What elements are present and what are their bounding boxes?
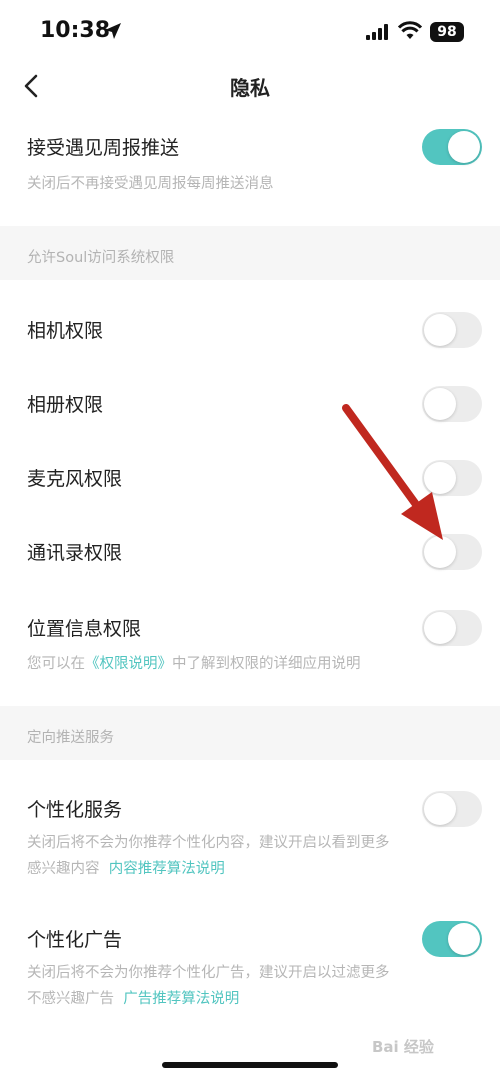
baidu-watermark: Bai 经验 <box>372 1038 434 1056</box>
microphone-permission-toggle[interactable] <box>422 460 482 496</box>
weekly-report-toggle[interactable] <box>422 129 482 165</box>
cellular-signal-icon <box>366 24 388 40</box>
page-title: 隐私 <box>230 76 270 100</box>
personalized-ads-desc: 关闭后将不会为你推荐个性化广告，建议开启以过滤更多 不感兴趣广告 广告推荐算法说… <box>27 960 390 1012</box>
permissions-section-band: 允许Soul访问系统权限 <box>0 226 500 280</box>
personalized-service-label: 个性化服务 <box>27 799 123 821</box>
permission-explanation-link[interactable]: 《权限说明》 <box>85 656 172 672</box>
toggle-knob <box>424 388 456 420</box>
battery-icon: 98 <box>430 22 464 42</box>
album-permission-label: 相册权限 <box>27 394 104 416</box>
location-permission-toggle[interactable] <box>422 610 482 646</box>
personalized-service-toggle[interactable] <box>422 791 482 827</box>
personalized-service-desc: 关闭后将不会为你推荐个性化内容，建议开启以看到更多 感兴趣内容 内容推荐算法说明 <box>27 830 390 882</box>
permissions-note-prefix: 您可以在 <box>27 656 85 672</box>
personalized-ads-desc-line2-wrap: 不感兴趣广告 广告推荐算法说明 <box>27 986 390 1012</box>
personalized-ads-desc-line2: 不感兴趣广告 <box>27 991 114 1007</box>
permissions-note: 您可以在《权限说明》中了解到权限的详细应用说明 <box>27 651 361 677</box>
personalized-ads-toggle[interactable] <box>422 921 482 957</box>
push-section-header: 定向推送服务 <box>27 730 114 746</box>
toggle-knob <box>424 462 456 494</box>
battery-level: 98 <box>437 24 457 40</box>
wifi-icon <box>398 21 422 39</box>
status-time: 10:38 <box>40 18 111 43</box>
personalized-ads-label: 个性化广告 <box>27 929 123 951</box>
location-arrow-icon <box>105 23 121 39</box>
personalized-service-desc-line2-wrap: 感兴趣内容 内容推荐算法说明 <box>27 856 390 882</box>
location-permission-label: 位置信息权限 <box>27 618 142 640</box>
personalized-ads-desc-line1: 关闭后将不会为你推荐个性化广告，建议开启以过滤更多 <box>27 965 390 981</box>
microphone-permission-label: 麦克风权限 <box>27 468 123 490</box>
personalized-service-desc-line2: 感兴趣内容 <box>27 861 100 877</box>
album-permission-toggle[interactable] <box>422 386 482 422</box>
camera-permission-label: 相机权限 <box>27 320 104 342</box>
content-algorithm-link[interactable]: 内容推荐算法说明 <box>109 861 225 877</box>
personalized-service-desc-line1: 关闭后将不会为你推荐个性化内容，建议开启以看到更多 <box>27 835 390 851</box>
contacts-permission-toggle[interactable] <box>422 534 482 570</box>
toggle-knob <box>448 131 480 163</box>
nav-bar: 隐私 <box>0 66 500 106</box>
home-indicator[interactable] <box>162 1062 338 1068</box>
toggle-knob <box>448 923 480 955</box>
toggle-knob <box>424 612 456 644</box>
push-section-band: 定向推送服务 <box>0 706 500 760</box>
permissions-section-header: 允许Soul访问系统权限 <box>27 250 175 266</box>
toggle-knob <box>424 793 456 825</box>
toggle-knob <box>424 536 456 568</box>
permissions-note-suffix: 中了解到权限的详细应用说明 <box>172 656 361 672</box>
ad-algorithm-link[interactable]: 广告推荐算法说明 <box>123 991 239 1007</box>
status-bar: 10:38 98 <box>0 0 500 66</box>
contacts-permission-label: 通讯录权限 <box>27 542 123 564</box>
toggle-knob <box>424 314 456 346</box>
camera-permission-toggle[interactable] <box>422 312 482 348</box>
weekly-report-label: 接受遇见周报推送 <box>27 137 180 159</box>
weekly-report-desc: 关闭后不再接受遇见周报每周推送消息 <box>27 176 274 192</box>
